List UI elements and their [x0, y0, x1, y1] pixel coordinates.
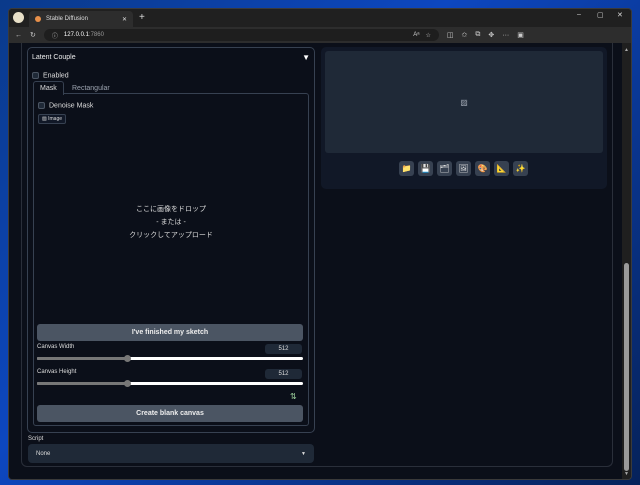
- favorites-icon[interactable]: ✩: [462, 31, 468, 39]
- zip-icon: 🗂: [439, 164, 450, 173]
- image-icon: 🖼: [458, 164, 469, 173]
- back-icon[interactable]: ←: [15, 32, 22, 39]
- output-toolbar: 📁 💾 🗂 🖼 🎨 📐 ✨: [399, 161, 528, 176]
- latent-couple-panel: Latent Couple ▼ Enabled Mask Rectangular…: [27, 47, 315, 433]
- folder-button[interactable]: 📁: [399, 161, 414, 176]
- output-panel: ▨ 📁 💾 🗂 🖼 🎨 📐 ✨: [321, 47, 607, 189]
- info-icon: ⓘ: [51, 33, 58, 40]
- page-scrollbar[interactable]: ▲ ▼: [622, 43, 631, 479]
- image-drop-zone[interactable]: ここに画像をドロップ - または - クリックしてアップロード: [34, 124, 308, 319]
- browser-window: Stable Diffusion ✕ + – ▢ ✕ ← ↻ ⓘ 127.0.0…: [8, 8, 632, 480]
- save-button[interactable]: 💾: [418, 161, 433, 176]
- output-image-area: ▨: [325, 51, 603, 153]
- close-window-icon[interactable]: ✕: [617, 11, 623, 19]
- canvas-width-label: Canvas Width: [37, 344, 75, 350]
- browser-tab[interactable]: Stable Diffusion ✕: [29, 11, 133, 27]
- collapse-triangle-icon[interactable]: ▼: [302, 53, 310, 62]
- sidebar-icon[interactable]: ▣: [517, 31, 524, 39]
- address-bar-row: ← ↻ ⓘ 127.0.0.1:7860 Aᵃ ☆ ◫ ✩ ⧉ ✥ ··· ▣: [9, 27, 631, 43]
- maximize-icon[interactable]: ▢: [597, 11, 604, 19]
- scrollbar-thumb[interactable]: [624, 263, 629, 471]
- favicon-icon: [35, 16, 41, 22]
- image-placeholder-icon: ▨: [460, 97, 468, 107]
- palette-icon: 🎨: [477, 164, 488, 173]
- folder-icon: 📁: [401, 164, 412, 173]
- enabled-checkbox[interactable]: Enabled: [32, 72, 69, 79]
- image-label-badge: ▨ Image: [38, 114, 67, 124]
- extensions-icon[interactable]: ✥: [488, 31, 494, 39]
- sparkle-button[interactable]: ✨: [513, 161, 528, 176]
- url-port: :7860: [88, 32, 104, 38]
- url-host: 127.0.0.1: [63, 32, 89, 38]
- profile-icon[interactable]: [13, 12, 24, 23]
- new-tab-icon[interactable]: +: [139, 12, 145, 23]
- tab-mask[interactable]: Mask: [33, 81, 64, 95]
- reload-icon[interactable]: ↻: [30, 31, 36, 39]
- image-button[interactable]: 🖼: [456, 161, 471, 176]
- ruler-icon: 📐: [496, 164, 507, 173]
- accordion-title[interactable]: Latent Couple: [32, 54, 76, 61]
- canvas-height-input[interactable]: 512: [265, 369, 302, 379]
- sparkle-icon: ✨: [515, 164, 526, 173]
- zip-button[interactable]: 🗂: [437, 161, 452, 176]
- mask-tab-panel: Denoise Mask ▨ Image ここに画像をドロップ - または - …: [33, 93, 309, 426]
- canvas-height-slider[interactable]: [37, 380, 303, 387]
- denoise-mask-checkbox[interactable]: Denoise Mask: [38, 102, 93, 109]
- ruler-button[interactable]: 📐: [494, 161, 509, 176]
- create-blank-canvas-button[interactable]: Create blank canvas: [37, 405, 303, 422]
- canvas-width-input[interactable]: 512: [265, 344, 302, 354]
- more-icon[interactable]: ···: [502, 32, 509, 39]
- read-aloud-icon[interactable]: Aᵃ: [413, 32, 419, 38]
- page-content: Latent Couple ▼ Enabled Mask Rectangular…: [9, 43, 623, 479]
- script-dropdown[interactable]: None ▼: [28, 444, 314, 463]
- save-icon: 💾: [420, 164, 431, 173]
- tab-bar: Stable Diffusion ✕ + – ▢ ✕: [9, 9, 631, 27]
- canvas-width-slider[interactable]: [37, 355, 303, 362]
- script-label: Script: [28, 436, 44, 442]
- palette-button[interactable]: 🎨: [475, 161, 490, 176]
- split-screen-icon[interactable]: ◫: [447, 31, 454, 39]
- finish-sketch-button[interactable]: I've finished my sketch: [37, 324, 303, 341]
- tab-title: Stable Diffusion: [46, 16, 88, 22]
- canvas-height-label: Canvas Height: [37, 369, 77, 375]
- minimize-icon[interactable]: –: [577, 11, 581, 18]
- close-tab-icon[interactable]: ✕: [122, 16, 127, 23]
- swap-dimensions-icon[interactable]: ⇅: [290, 392, 297, 401]
- collections-icon[interactable]: ⧉: [475, 31, 480, 39]
- address-bar[interactable]: ⓘ 127.0.0.1:7860 Aᵃ ☆: [43, 29, 439, 41]
- chevron-down-icon: ▼: [301, 450, 306, 457]
- favorite-icon[interactable]: ☆: [425, 32, 430, 39]
